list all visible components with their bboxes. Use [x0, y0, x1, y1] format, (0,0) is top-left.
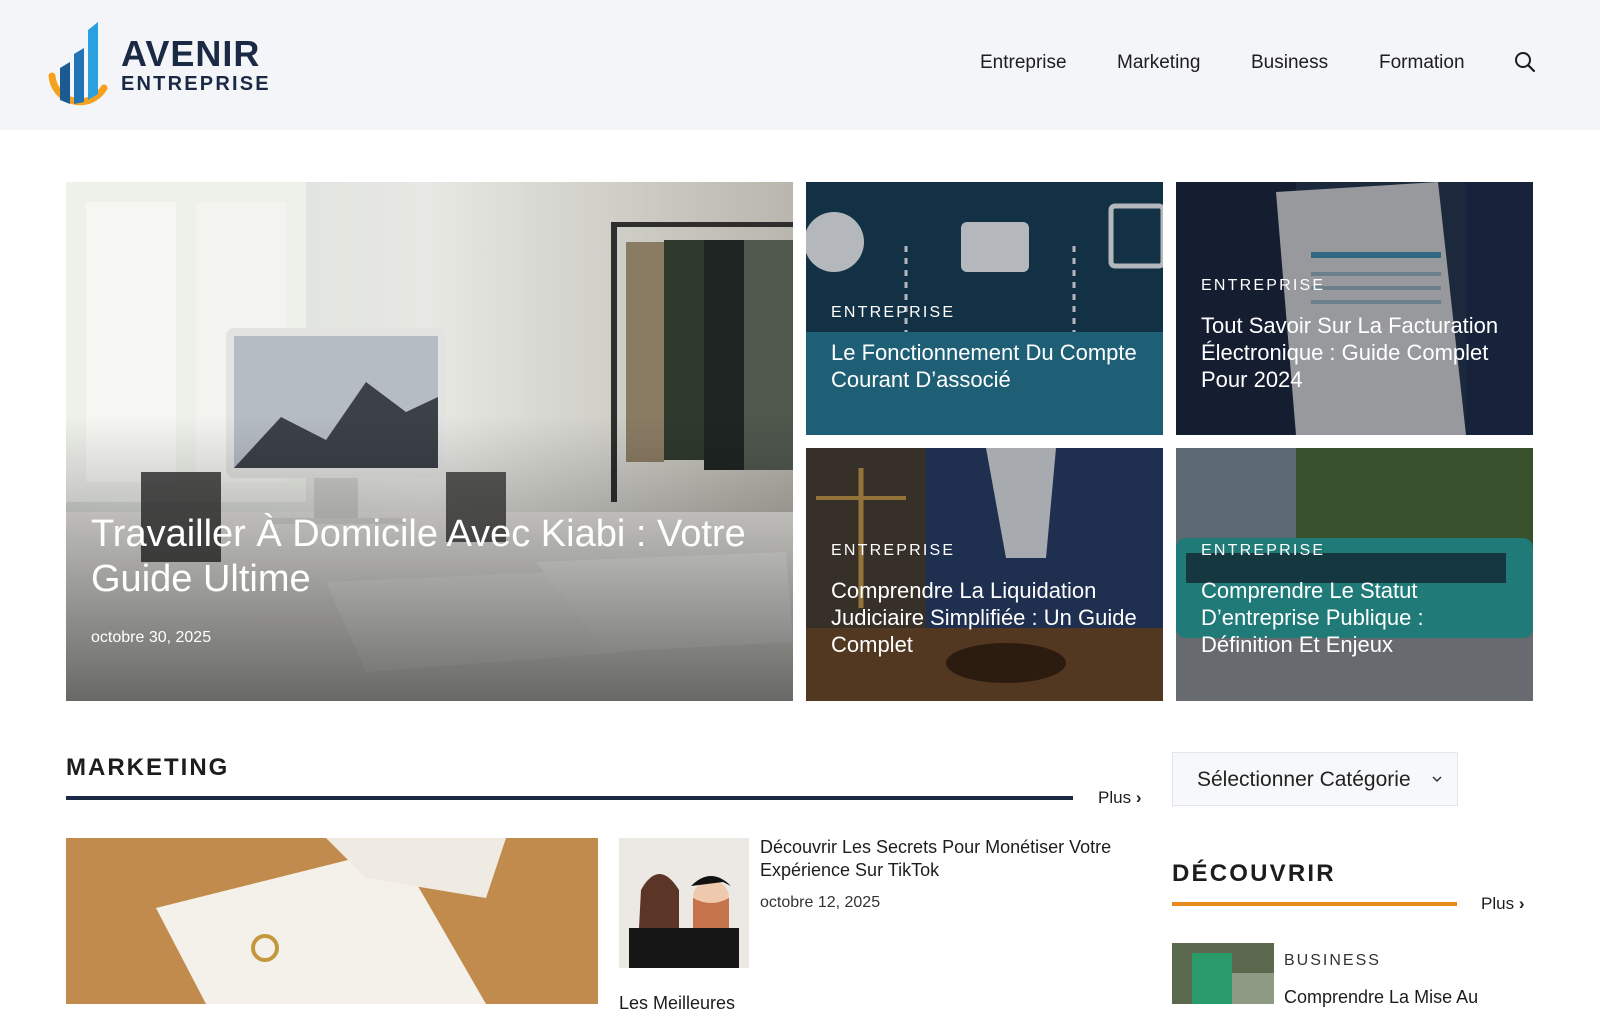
- more-link-label: Plus: [1481, 894, 1515, 913]
- sidebar-post-thumbnail[interactable]: [1172, 943, 1274, 1004]
- nav-item-formation[interactable]: Formation: [1379, 52, 1465, 74]
- logo-icon: [48, 22, 108, 106]
- marketing-featured-image[interactable]: [66, 838, 598, 1004]
- marketing-more-link[interactable]: Plus ›: [1098, 788, 1141, 808]
- hero-card-image: [1176, 448, 1533, 701]
- post-thumbnail[interactable]: [619, 838, 749, 968]
- hero-main-date: octobre 30, 2025: [91, 629, 212, 646]
- sidebar-post-category[interactable]: BUSINESS: [1284, 952, 1381, 970]
- nav-item-entreprise[interactable]: Entreprise: [980, 52, 1067, 74]
- chevron-right-icon: ›: [1135, 788, 1142, 807]
- hero-main-image: [66, 182, 793, 701]
- nav-item-business[interactable]: Business: [1251, 52, 1328, 74]
- site-logo[interactable]: AVENIR ENTREPRISE: [46, 20, 269, 106]
- hero-card-facturation[interactable]: ENTREPRISE Tout Savoir Sur La Facturatio…: [1176, 182, 1533, 435]
- hero-card-image: [1176, 182, 1533, 435]
- hero-main-card[interactable]: Travailler À Domicile Avec Kiabi : Votre…: [66, 182, 793, 701]
- card-category[interactable]: ENTREPRISE: [1201, 277, 1325, 295]
- chevron-right-icon: ›: [1518, 894, 1525, 913]
- tiktok-post-image: [619, 838, 749, 968]
- card-category[interactable]: ENTREPRISE: [1201, 542, 1325, 560]
- card-category[interactable]: ENTREPRISE: [831, 542, 955, 560]
- logo-text-primary: AVENIR: [121, 33, 261, 74]
- hero-card-entreprise-publique[interactable]: ENTREPRISE Comprendre Le Statut D’entrep…: [1176, 448, 1533, 701]
- section-title-marketing: MARKETING: [66, 754, 230, 781]
- post-title[interactable]: Découvrir Les Secrets Pour Monétiser Vot…: [760, 836, 1140, 882]
- card-title[interactable]: Tout Savoir Sur La Facturation Électroni…: [1201, 312, 1513, 393]
- hero-card-image: [806, 448, 1163, 701]
- recycling-image: [1172, 943, 1274, 1004]
- chevron-down-icon: [1432, 776, 1442, 783]
- nav-item-marketing[interactable]: Marketing: [1117, 52, 1200, 74]
- category-select[interactable]: Sélectionner Catégorie: [1172, 752, 1458, 806]
- hero-card-liquidation[interactable]: ENTREPRISE Comprendre La Liquidation Jud…: [806, 448, 1163, 701]
- post-date: octobre 12, 2025: [760, 894, 881, 911]
- sidebar-post-title[interactable]: Comprendre La Mise Au: [1284, 986, 1514, 1009]
- more-link-label: Plus: [1098, 788, 1132, 807]
- card-title[interactable]: Comprendre Le Statut D’entreprise Publiq…: [1201, 577, 1513, 658]
- section-title-decouvrir: DÉCOUVRIR: [1172, 860, 1336, 887]
- section-rule: [66, 796, 1073, 800]
- site-header: AVENIR ENTREPRISE Entreprise Marketing B…: [0, 0, 1600, 130]
- logo-text-secondary: ENTREPRISE: [121, 73, 271, 95]
- search-icon[interactable]: [1513, 50, 1537, 74]
- section-rule: [1172, 902, 1457, 906]
- category-select-value: Sélectionner Catégorie: [1197, 768, 1411, 791]
- hero-card-compte-courant[interactable]: ENTREPRISE Le Fonctionnement Du Compte C…: [806, 182, 1163, 435]
- business-card-image: [66, 838, 598, 1004]
- card-title[interactable]: Le Fonctionnement Du Compte Courant D’as…: [831, 339, 1143, 393]
- card-category[interactable]: ENTREPRISE: [831, 304, 955, 322]
- hero-main-title[interactable]: Travailler À Domicile Avec Kiabi : Votre…: [91, 512, 763, 602]
- decouvrir-more-link[interactable]: Plus ›: [1481, 894, 1524, 914]
- card-title[interactable]: Comprendre La Liquidation Judiciaire Sim…: [831, 577, 1143, 658]
